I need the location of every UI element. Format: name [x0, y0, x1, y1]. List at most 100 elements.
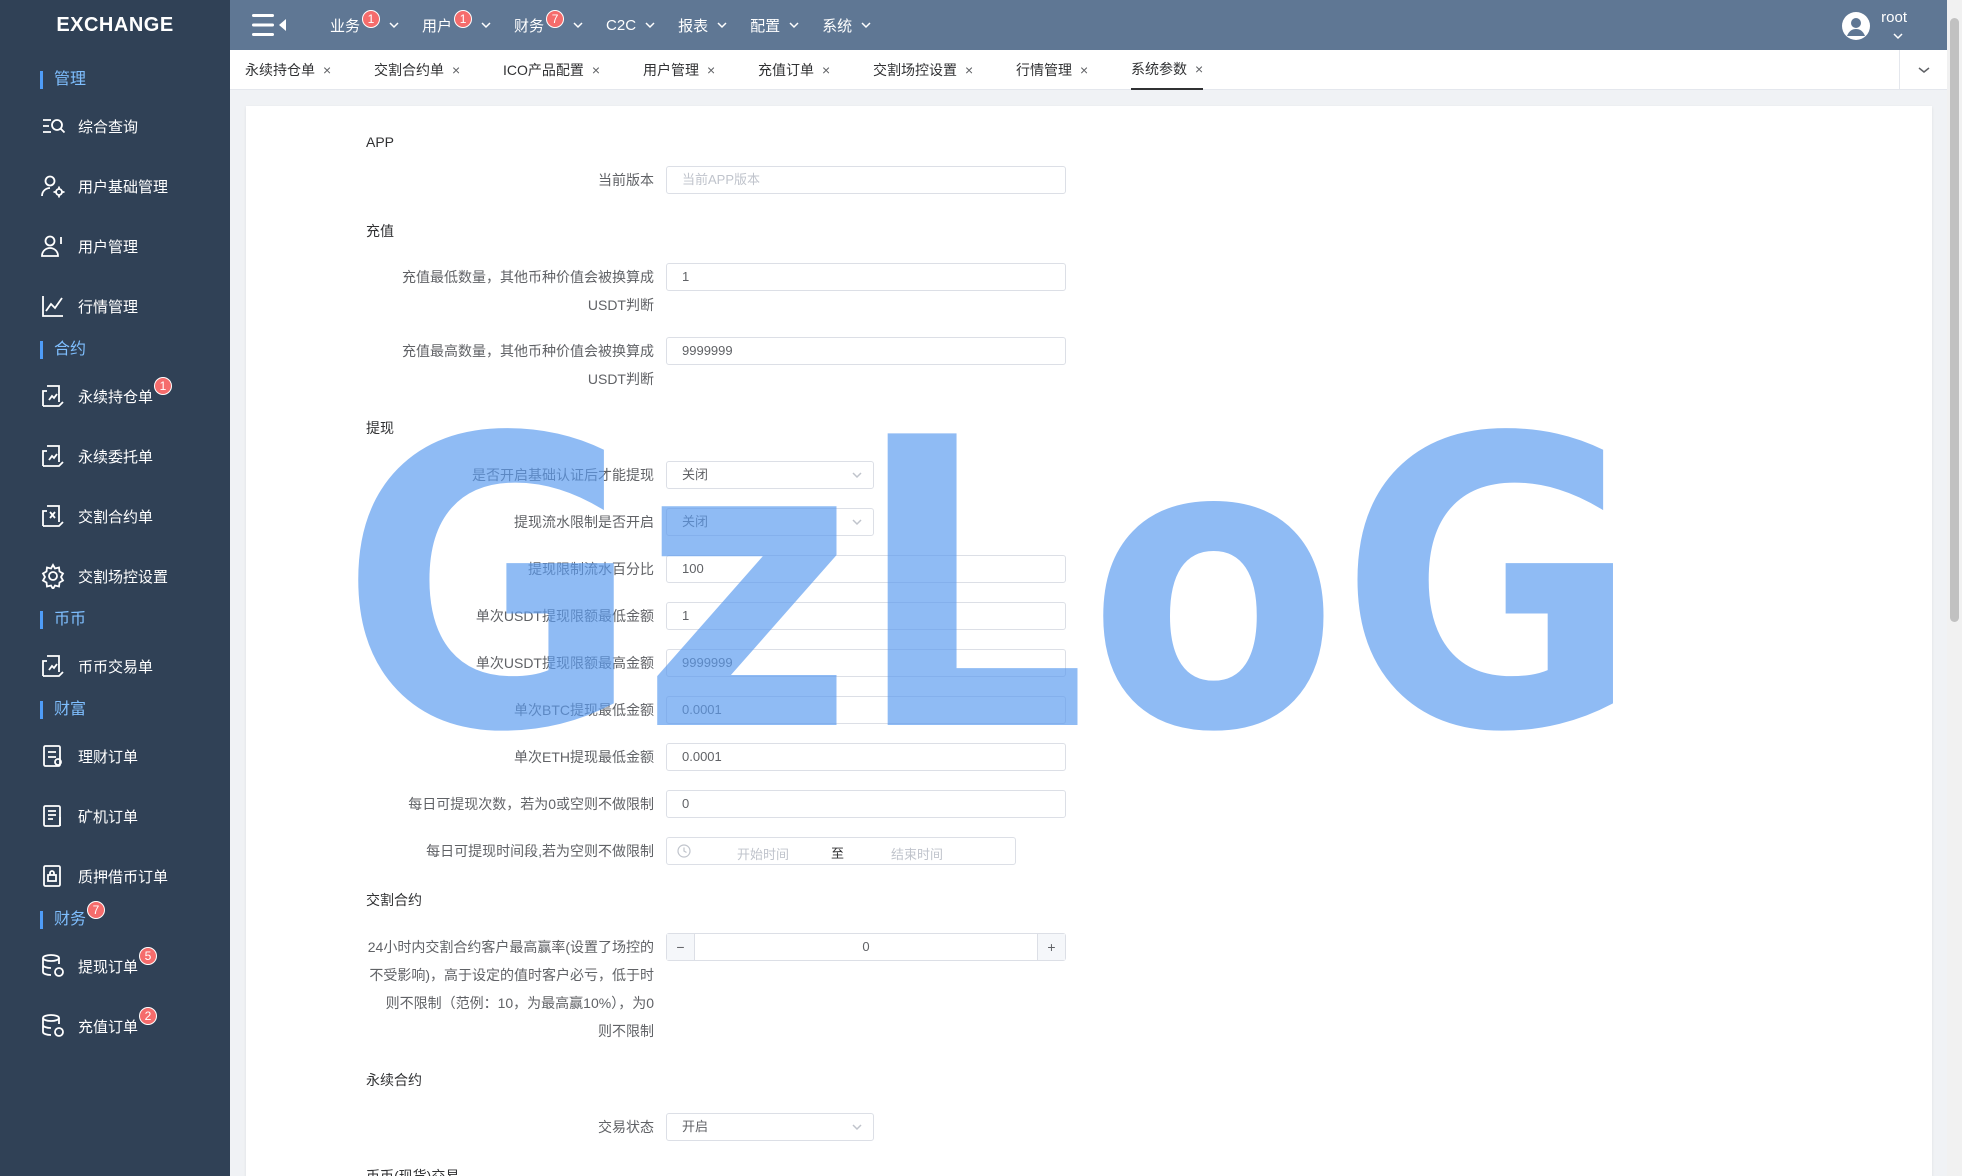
sidebar-item-pledge-order[interactable]: 质押借币订单	[0, 851, 230, 901]
sidebar-item-market[interactable]: 行情管理	[0, 281, 230, 331]
sidebar-item-withdraw-order[interactable]: 提现订单 5	[0, 941, 230, 991]
chevron-down-icon	[852, 472, 862, 479]
sidebar-item-coin-trade[interactable]: 币币交易单	[0, 641, 230, 691]
label-eth-min: 单次ETH提现最低金额	[514, 749, 654, 765]
tab-label: 永续持仓单	[245, 62, 315, 78]
start-time-input[interactable]: 开始时间	[737, 844, 789, 863]
scrollbar-thumb[interactable]	[1950, 18, 1959, 622]
eth-min-input[interactable]: 0.0001	[666, 743, 1066, 771]
sidebar-group-manage: 管理	[40, 70, 86, 90]
daily-count-input[interactable]: 0	[666, 790, 1066, 818]
tab-label: 交割合约单	[374, 62, 444, 78]
close-icon[interactable]: ×	[592, 50, 600, 90]
sidebar-item-badge: 5	[139, 947, 158, 965]
tab-label: 系统参数	[1131, 61, 1187, 77]
nav-label: 系统	[822, 17, 853, 35]
sidebar-item-query[interactable]: 综合查询	[0, 101, 230, 151]
usdt-max-input[interactable]: 9999999	[666, 649, 1066, 677]
sidebar-item-delivery-order[interactable]: 交割合约单	[0, 491, 230, 541]
avatar	[1842, 12, 1871, 40]
withdraw-flow-select[interactable]: 关闭	[666, 508, 874, 536]
recharge-max-input[interactable]: 9999999	[666, 337, 1066, 365]
vertical-scrollbar[interactable]	[1947, 0, 1962, 1176]
sidebar-item-delivery-control[interactable]: 交割场控设置	[0, 551, 230, 601]
select-value: 关闭	[682, 467, 709, 482]
tab-perpetual-position[interactable]: 永续持仓单 ×	[245, 50, 331, 90]
label-withdraw-flow: 提现流水限制是否开启	[514, 514, 654, 530]
close-icon[interactable]: ×	[1195, 49, 1203, 89]
label-daily-count: 每日可提现次数，若为0或空则不做限制	[408, 796, 654, 812]
close-icon[interactable]: ×	[822, 50, 830, 90]
sidebar-item-perpetual-order[interactable]: 永续委托单	[0, 431, 230, 481]
delivery-rate-value[interactable]: 0	[695, 934, 1037, 960]
close-icon[interactable]: ×	[1080, 50, 1088, 90]
close-icon[interactable]: ×	[707, 50, 715, 90]
user-icon	[40, 233, 66, 259]
sidebar-item-label: 质押借币订单	[78, 868, 169, 886]
close-icon[interactable]: ×	[323, 50, 331, 90]
label-btc-min: 单次BTC提现最低金额	[514, 702, 654, 718]
btc-min-input[interactable]: 0.0001	[666, 696, 1066, 724]
document-list-icon	[40, 803, 66, 829]
nav-business[interactable]: 业务 1	[330, 10, 400, 36]
sidebar-item-finance-order[interactable]: 理财订单	[0, 731, 230, 781]
tab-user-manage[interactable]: 用户管理 ×	[643, 50, 715, 90]
nav-report[interactable]: 报表	[678, 15, 728, 36]
close-icon[interactable]: ×	[452, 50, 460, 90]
nav-user[interactable]: 用户 1	[422, 10, 492, 36]
increment-button[interactable]: +	[1037, 934, 1065, 960]
document-icon	[40, 743, 66, 769]
end-time-input[interactable]: 结束时间	[891, 844, 943, 863]
tab-delivery-order[interactable]: 交割合约单 ×	[374, 50, 460, 90]
recharge-min-input[interactable]: 1	[666, 263, 1066, 291]
tab-label: 用户管理	[643, 62, 699, 78]
app-logo: EXCHANGE	[56, 14, 174, 36]
tab-system-params[interactable]: 系统参数 ×	[1131, 49, 1204, 90]
chevron-down-icon	[1918, 67, 1929, 73]
sidebar-item-label: 币币交易单	[78, 658, 154, 676]
nav-label: 报表	[678, 17, 709, 35]
sidebar-item-users[interactable]: 用户管理	[0, 221, 230, 271]
withdraw-flow-pct-input[interactable]: 100	[666, 555, 1066, 583]
sidebar-item-miner-order[interactable]: 矿机订单	[0, 791, 230, 841]
usdt-min-input[interactable]: 1	[666, 602, 1066, 630]
tab-label: 充值订单	[758, 62, 814, 78]
sidebar-item-user-basic[interactable]: 用户基础管理	[0, 161, 230, 211]
search-list-icon	[40, 113, 66, 139]
chevron-down-icon	[1893, 33, 1903, 40]
tab-market-manage[interactable]: 行情管理 ×	[1016, 50, 1088, 90]
sidebar-group-badge: 7	[87, 901, 106, 919]
tab-delivery-control[interactable]: 交割场控设置 ×	[873, 50, 973, 90]
chevron-down-icon	[852, 519, 862, 526]
close-icon[interactable]: ×	[965, 50, 973, 90]
nav-finance[interactable]: 财务 7	[514, 10, 584, 36]
label-delivery-rate: 24小时内交割合约客户最高赢率(设置了场控的 不受影响)，高于设定的值时客户必亏…	[356, 933, 654, 1045]
trade-status-select[interactable]: 开启	[666, 1113, 874, 1141]
label-daily-time: 每日可提现时间段,若为空则不做限制	[426, 843, 654, 859]
sidebar-item-recharge-order[interactable]: 充值订单 2	[0, 1001, 230, 1051]
nav-system[interactable]: 系统	[822, 15, 872, 36]
sidebar-item-label: 交割场控设置	[78, 568, 169, 586]
label-line: 充值最低数量，其他币种价值会被换算成	[402, 269, 654, 285]
user-menu[interactable]: root	[1841, 6, 1907, 41]
decrement-button[interactable]: −	[667, 934, 695, 960]
user-gear-icon	[40, 173, 66, 199]
tab-recharge-order[interactable]: 充值订单 ×	[758, 50, 830, 90]
label-line: 则不限制（范例：10，为最高赢10%），为0	[385, 995, 654, 1011]
tab-ico-config[interactable]: ICO产品配置 ×	[503, 50, 600, 90]
document-chart-icon	[40, 653, 66, 679]
sidebar-item-label: 充值订单	[78, 1018, 139, 1036]
app-version-input[interactable]: 当前APP版本	[666, 166, 1066, 194]
nav-config[interactable]: 配置	[750, 15, 800, 36]
top-nav-menu: 业务 1 用户 1 财务 7 C2C 报表 配置 系统	[330, 0, 894, 50]
label-withdraw-flow-pct: 提现限制流水百分比	[528, 561, 654, 577]
tabs-more-dropdown[interactable]	[1899, 50, 1947, 90]
withdraw-auth-select[interactable]: 关闭	[666, 461, 874, 489]
daily-time-range-picker[interactable]: 开始时间 至 结束时间	[666, 837, 1016, 865]
nav-c2c[interactable]: C2C	[606, 17, 656, 34]
section-perpetual: 永续合约	[366, 1072, 422, 1088]
sidebar-item-perpetual-position[interactable]: 永续持仓单 1	[0, 371, 230, 421]
range-separator: 至	[831, 846, 845, 861]
hamburger-toggle-icon[interactable]	[252, 12, 288, 38]
delivery-rate-stepper[interactable]: − 0 +	[666, 933, 1066, 961]
